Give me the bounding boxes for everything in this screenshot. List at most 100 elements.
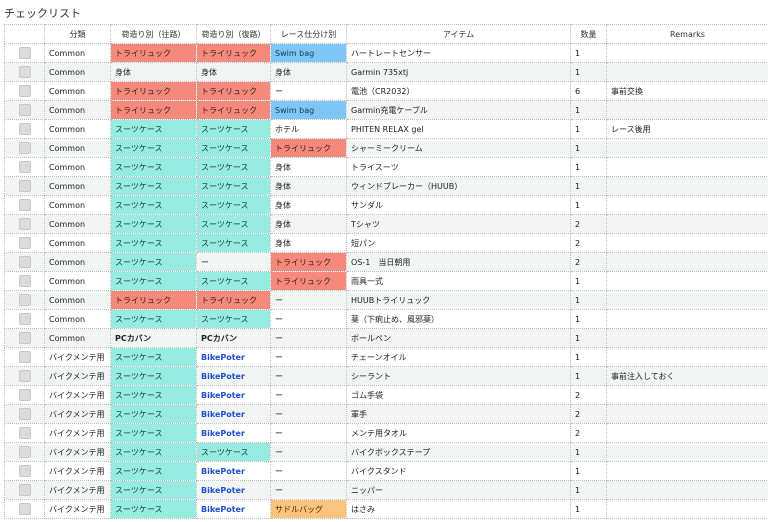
outbound-cell[interactable]: PCカバン — [110, 328, 197, 348]
outbound-cell[interactable]: スーツケース — [110, 309, 197, 329]
qty-cell[interactable]: 2 — [570, 214, 607, 234]
row-checkbox[interactable] — [18, 237, 31, 249]
race-cell[interactable]: トライリュック — [270, 271, 347, 291]
return-cell[interactable]: スーツケース — [196, 214, 271, 234]
remarks-cell[interactable] — [606, 157, 768, 177]
row-checkbox[interactable] — [18, 332, 31, 344]
category-cell[interactable]: Common — [44, 195, 111, 215]
return-cell[interactable]: PCカバン — [196, 328, 271, 348]
remarks-cell[interactable] — [606, 423, 768, 443]
qty-cell[interactable]: 1 — [570, 499, 607, 519]
race-cell[interactable]: ー — [270, 81, 347, 101]
remarks-cell[interactable] — [606, 195, 768, 215]
item-cell[interactable]: シーラント — [346, 366, 571, 386]
race-cell[interactable]: Swim bag — [270, 43, 347, 63]
header-item[interactable]: アイテム — [346, 24, 571, 44]
item-cell[interactable]: はさみ — [346, 499, 571, 519]
item-cell[interactable]: 軍手 — [346, 404, 571, 424]
category-cell[interactable]: バイクメンテ用 — [44, 423, 111, 443]
qty-cell[interactable]: 1 — [570, 138, 607, 158]
item-cell[interactable]: 電池（CR2032） — [346, 81, 571, 101]
category-cell[interactable]: Common — [44, 309, 111, 329]
race-cell[interactable]: ー — [270, 442, 347, 462]
remarks-cell[interactable]: 事前注入しておく — [606, 366, 768, 386]
category-cell[interactable]: Common — [44, 43, 111, 63]
category-cell[interactable]: Common — [44, 328, 111, 348]
row-checkbox[interactable] — [18, 180, 31, 192]
outbound-cell[interactable]: トライリュック — [110, 43, 197, 63]
qty-cell[interactable]: 6 — [570, 81, 607, 101]
row-checkbox[interactable] — [18, 446, 31, 458]
return-cell[interactable]: トライリュック — [196, 81, 271, 101]
category-cell[interactable]: Common — [44, 290, 111, 310]
remarks-cell[interactable] — [606, 62, 768, 82]
item-cell[interactable]: Tシャツ — [346, 214, 571, 234]
return-cell[interactable]: BikePoter — [196, 366, 271, 386]
category-cell[interactable]: Common — [44, 81, 111, 101]
race-cell[interactable]: 身体 — [270, 233, 347, 253]
outbound-cell[interactable]: スーツケース — [110, 385, 197, 405]
return-cell[interactable]: BikePoter — [196, 404, 271, 424]
category-cell[interactable]: Common — [44, 119, 111, 139]
race-cell[interactable]: 身体 — [270, 157, 347, 177]
remarks-cell[interactable] — [606, 100, 768, 120]
race-cell[interactable]: サドルバッグ — [270, 499, 347, 519]
outbound-cell[interactable]: スーツケース — [110, 214, 197, 234]
remarks-cell[interactable] — [606, 271, 768, 291]
race-cell[interactable]: ー — [270, 404, 347, 424]
item-cell[interactable]: HUUBトライリュック — [346, 290, 571, 310]
return-cell[interactable]: BikePoter — [196, 423, 271, 443]
remarks-cell[interactable] — [606, 290, 768, 310]
category-cell[interactable]: バイクメンテ用 — [44, 480, 111, 500]
header-return[interactable]: 荷造り別（復路） — [196, 24, 271, 44]
item-cell[interactable]: Garmin充電ケーブル — [346, 100, 571, 120]
item-cell[interactable]: Garmin 735xtj — [346, 62, 571, 82]
outbound-cell[interactable]: トライリュック — [110, 290, 197, 310]
header-race[interactable]: レース仕分け別 — [270, 24, 347, 44]
outbound-cell[interactable]: 身体 — [110, 62, 197, 82]
outbound-cell[interactable]: スーツケース — [110, 347, 197, 367]
return-cell[interactable]: トライリュック — [196, 290, 271, 310]
return-cell[interactable]: BikePoter — [196, 499, 271, 519]
item-cell[interactable]: ウィンドブレーカー（HUUB） — [346, 176, 571, 196]
qty-cell[interactable]: 2 — [570, 423, 607, 443]
row-checkbox[interactable] — [18, 389, 31, 401]
row-checkbox[interactable] — [18, 85, 31, 97]
outbound-cell[interactable]: スーツケース — [110, 366, 197, 386]
row-checkbox[interactable] — [18, 351, 31, 363]
race-cell[interactable]: ー — [270, 385, 347, 405]
row-checkbox[interactable] — [18, 313, 31, 325]
item-cell[interactable]: シャーミークリーム — [346, 138, 571, 158]
outbound-cell[interactable]: トライリュック — [110, 81, 197, 101]
outbound-cell[interactable]: スーツケース — [110, 195, 197, 215]
return-cell[interactable]: スーツケース — [196, 233, 271, 253]
header-category[interactable]: 分類 — [44, 24, 111, 44]
return-cell[interactable]: スーツケース — [196, 271, 271, 291]
outbound-cell[interactable]: スーツケース — [110, 252, 197, 272]
item-cell[interactable]: バイクスタンド — [346, 461, 571, 481]
remarks-cell[interactable]: 事前交換 — [606, 81, 768, 101]
outbound-cell[interactable]: スーツケース — [110, 499, 197, 519]
item-cell[interactable]: サンダル — [346, 195, 571, 215]
race-cell[interactable]: ホテル — [270, 119, 347, 139]
item-cell[interactable]: メンテ用タオル — [346, 423, 571, 443]
item-cell[interactable]: 薬（下痢止め、風邪薬） — [346, 309, 571, 329]
category-cell[interactable]: Common — [44, 100, 111, 120]
category-cell[interactable]: Common — [44, 233, 111, 253]
qty-cell[interactable]: 1 — [570, 366, 607, 386]
category-cell[interactable]: バイクメンテ用 — [44, 347, 111, 367]
remarks-cell[interactable]: レース後用 — [606, 119, 768, 139]
row-checkbox[interactable] — [18, 123, 31, 135]
row-checkbox[interactable] — [18, 66, 31, 78]
race-cell[interactable]: ー — [270, 366, 347, 386]
category-cell[interactable]: Common — [44, 214, 111, 234]
race-cell[interactable]: ー — [270, 328, 347, 348]
outbound-cell[interactable]: スーツケース — [110, 423, 197, 443]
item-cell[interactable]: ゴム手袋 — [346, 385, 571, 405]
qty-cell[interactable]: 1 — [570, 62, 607, 82]
row-checkbox[interactable] — [18, 199, 31, 211]
remarks-cell[interactable] — [606, 138, 768, 158]
qty-cell[interactable]: 1 — [570, 271, 607, 291]
category-cell[interactable]: Common — [44, 176, 111, 196]
race-cell[interactable]: ー — [270, 480, 347, 500]
